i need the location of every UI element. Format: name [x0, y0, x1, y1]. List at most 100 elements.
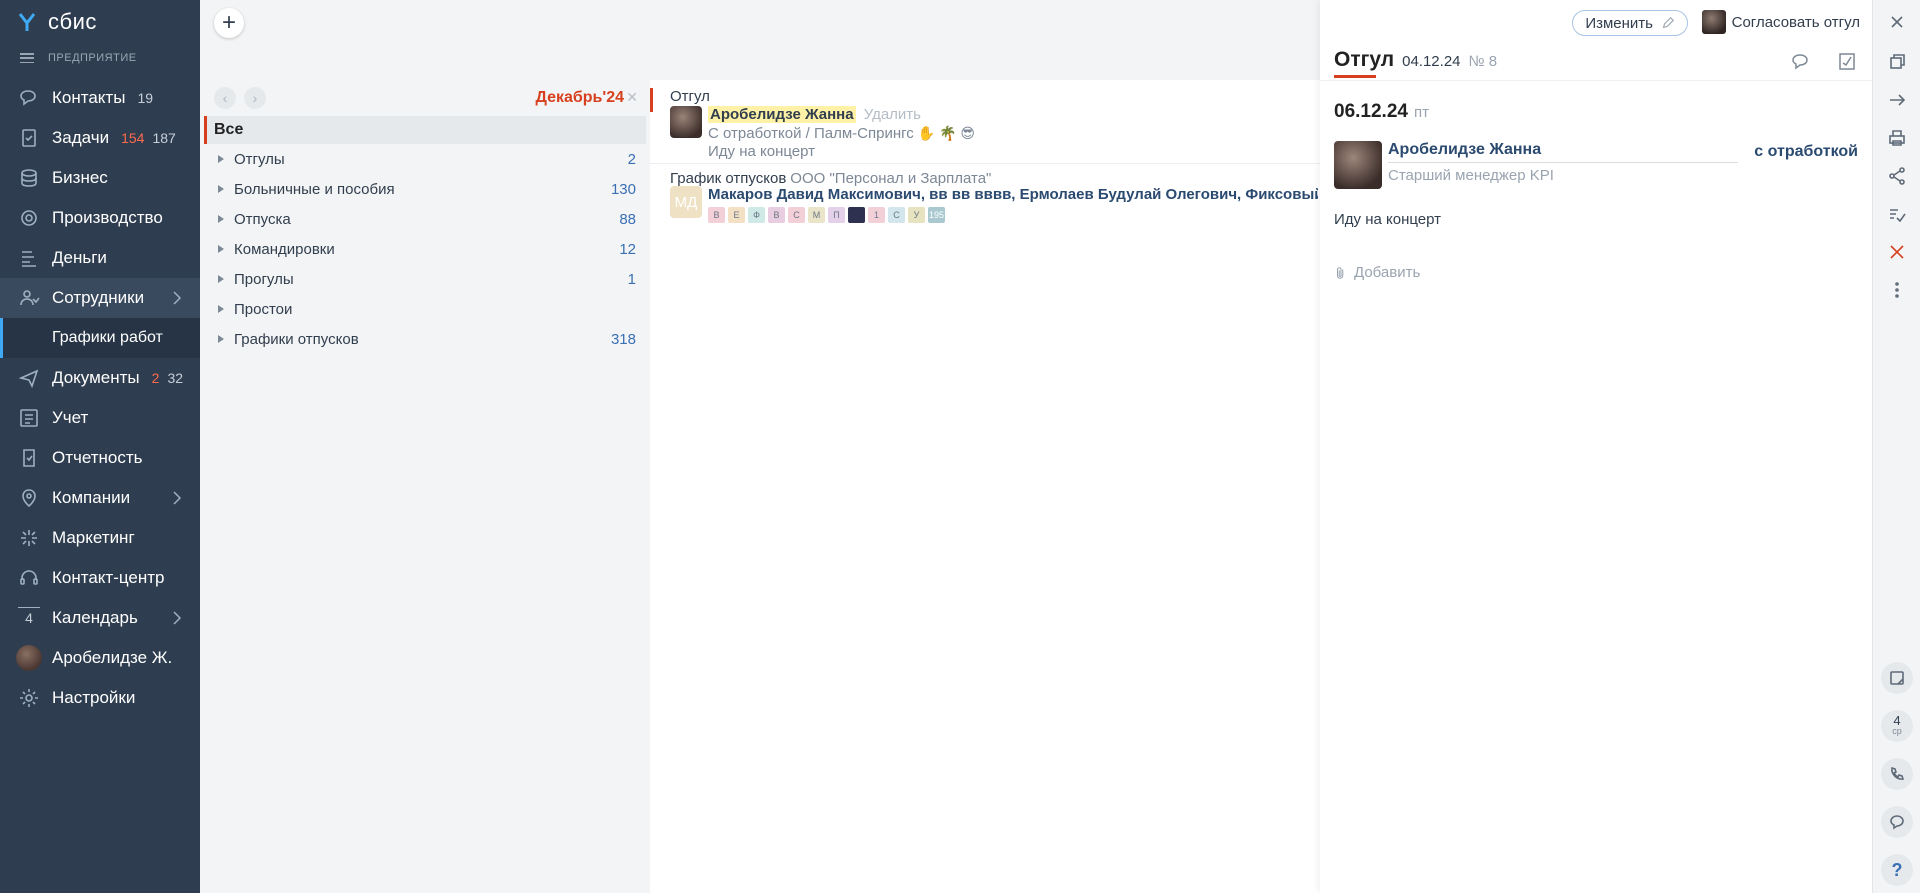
- nav-tasks[interactable]: Задачи 154 187: [0, 118, 200, 158]
- category-all[interactable]: Все: [204, 116, 646, 144]
- expand-icon[interactable]: [218, 275, 224, 283]
- category-label: Командировки: [234, 240, 335, 258]
- clear-period-icon[interactable]: ✕: [626, 89, 638, 106]
- item-type: График отпусков ООО "Персонал и Зарплата": [670, 164, 1320, 187]
- delete-icon[interactable]: [1885, 240, 1909, 264]
- phone-icon[interactable]: [1881, 758, 1913, 790]
- employee-chip: 1: [868, 207, 885, 223]
- signed-document-icon[interactable]: [1836, 50, 1858, 72]
- employee-role: Старший менеджер KPI: [1388, 167, 1554, 184]
- arrow-right-icon[interactable]: [1885, 88, 1909, 112]
- chevron-right-icon[interactable]: [172, 610, 182, 626]
- share-icon[interactable]: [1885, 164, 1909, 188]
- period-selector[interactable]: Декабрь'24: [536, 89, 625, 107]
- next-period-button[interactable]: ›: [244, 87, 266, 109]
- nav-production[interactable]: Производство: [0, 198, 200, 238]
- item-person: Аробелидзе Жанна Удалить С отработкой / …: [670, 106, 1320, 161]
- menu-icon[interactable]: [20, 53, 34, 63]
- expand-icon[interactable]: [218, 215, 224, 223]
- list-item[interactable]: График отпусков ООО "Персонал и Зарплата"…: [650, 164, 1320, 234]
- add-attachment-button[interactable]: Добавить: [1334, 264, 1858, 281]
- detail-date: 04.12.24: [1402, 53, 1461, 70]
- companies-icon: [18, 487, 40, 509]
- category-item[interactable]: Больничные и пособия 130: [200, 174, 650, 204]
- category-count: 318: [610, 330, 636, 348]
- nav-reports[interactable]: Отчетность: [0, 438, 200, 478]
- nav-label: Маркетинг: [52, 528, 135, 547]
- nav-contacts[interactable]: Контакты 19: [0, 78, 200, 118]
- print-icon[interactable]: [1885, 126, 1909, 150]
- category-count: 130: [610, 180, 636, 198]
- calendar-widget[interactable]: 4 ср: [1881, 710, 1913, 742]
- nav-calendar[interactable]: 4 Календарь: [0, 598, 200, 638]
- nav-business[interactable]: Бизнес: [0, 158, 200, 198]
- add-button[interactable]: +: [214, 8, 244, 38]
- expand-icon[interactable]: [218, 245, 224, 253]
- discussion-icon[interactable]: [1790, 50, 1812, 72]
- person-name[interactable]: Аробелидзе Жанна: [708, 106, 856, 123]
- employee-chip: П: [828, 207, 845, 223]
- open-new-window-icon[interactable]: [1885, 50, 1909, 74]
- leave-comment[interactable]: Иду на концерт: [1334, 211, 1858, 228]
- business-stack-icon: [18, 167, 40, 189]
- nav-label: Контакты: [52, 88, 126, 107]
- accounting-icon: [18, 407, 40, 429]
- nav-employees[interactable]: Сотрудники: [0, 278, 200, 318]
- category-item[interactable]: Простои: [200, 294, 650, 324]
- nav-profile[interactable]: Аробелидзе Ж.: [0, 638, 200, 678]
- initials-avatar: МД: [670, 186, 702, 218]
- chevron-right-icon[interactable]: [172, 290, 182, 306]
- approve-check-icon[interactable]: [1885, 202, 1909, 226]
- expand-icon[interactable]: [218, 335, 224, 343]
- category-item[interactable]: Отпуска 88: [200, 204, 650, 234]
- nav-money[interactable]: Деньги: [0, 238, 200, 278]
- nav-documents[interactable]: Документы 2 32: [0, 358, 200, 398]
- document-list: Отгул Аробелидзе Жанна Удалить С отработ…: [650, 80, 1320, 893]
- category-label: Прогулы: [234, 270, 294, 288]
- category-item[interactable]: Отгулы 2: [200, 144, 650, 174]
- leave-type-selector[interactable]: с отработкой: [1754, 143, 1858, 161]
- employee-chip: Е: [728, 207, 745, 223]
- avatar: [1334, 141, 1382, 189]
- help-icon[interactable]: ?: [1881, 854, 1913, 886]
- nav-count-unread: 154: [121, 130, 145, 146]
- marketing-icon: [18, 527, 40, 549]
- expand-icon[interactable]: [218, 155, 224, 163]
- edit-button[interactable]: Изменить: [1572, 10, 1688, 36]
- detail-body: 06.12.24 пт Аробелидзе Жанна Старший мене…: [1320, 80, 1872, 281]
- approve-button[interactable]: Согласовать отгул: [1701, 10, 1860, 34]
- nav-sub-work-schedules[interactable]: Графики работ: [0, 318, 200, 358]
- more-icon[interactable]: [1885, 278, 1909, 302]
- nav-label: Производство: [52, 208, 163, 227]
- nav-marketing[interactable]: Маркетинг: [0, 518, 200, 558]
- employee-names[interactable]: Макаров Давид Максимович, вв вв вввв, Ер…: [708, 186, 1318, 204]
- category-label: Больничные и пособия: [234, 180, 395, 198]
- notes-icon[interactable]: [1881, 662, 1913, 694]
- delete-link[interactable]: Удалить: [864, 106, 921, 123]
- category-item[interactable]: Графики отпусков 318: [200, 324, 650, 354]
- detail-number: № 8: [1468, 53, 1498, 70]
- nav-label: Календарь: [52, 608, 138, 627]
- nav-contact-center[interactable]: Контакт-центр: [0, 558, 200, 598]
- employee-chip: С: [888, 207, 905, 223]
- nav-companies[interactable]: Компании: [0, 478, 200, 518]
- paperclip-icon: [1336, 266, 1344, 279]
- nav-accounting[interactable]: Учет: [0, 398, 200, 438]
- category-item[interactable]: Прогулы 1: [200, 264, 650, 294]
- close-icon[interactable]: [1885, 10, 1909, 34]
- chevron-right-icon[interactable]: [172, 490, 182, 506]
- expand-icon[interactable]: [218, 185, 224, 193]
- category-count: 1: [627, 270, 636, 288]
- expand-icon[interactable]: [218, 305, 224, 313]
- prev-period-button[interactable]: ‹: [214, 87, 236, 109]
- nav-settings[interactable]: Настройки: [0, 678, 200, 718]
- category-label: Простои: [234, 300, 293, 318]
- employee-name[interactable]: Аробелидзе Жанна: [1388, 141, 1738, 163]
- category-item[interactable]: Командировки 12: [200, 234, 650, 264]
- chat-icon[interactable]: [1881, 806, 1913, 838]
- logo[interactable]: сбис: [0, 0, 200, 44]
- org-switcher[interactable]: ПРЕДПРИЯТИЕ: [0, 44, 200, 72]
- nav-label: Документы: [52, 368, 140, 387]
- list-item[interactable]: Отгул Аробелидзе Жанна Удалить С отработ…: [650, 80, 1320, 164]
- calendar-widget-day: 4: [1893, 713, 1901, 728]
